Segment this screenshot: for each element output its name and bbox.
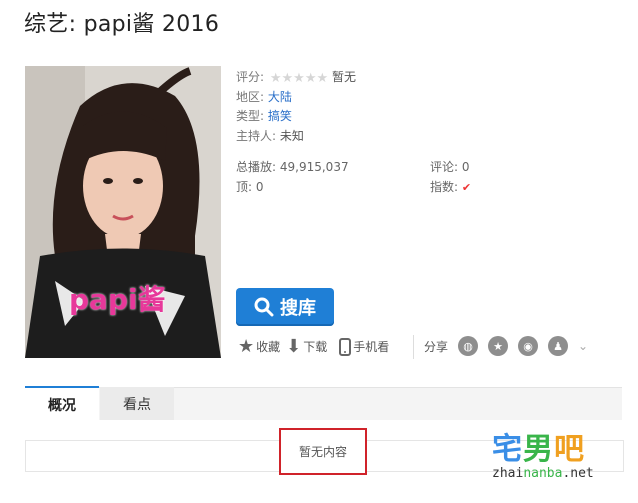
search-icon xyxy=(254,297,274,317)
comments-value: 0 xyxy=(461,160,470,174)
mobile-watch-button[interactable]: 手机看 xyxy=(339,337,390,356)
action-divider xyxy=(413,335,414,359)
watermark-logo: 宅男吧 xyxy=(492,432,585,467)
download-icon: ⬇ xyxy=(286,336,302,357)
chevron-down-icon[interactable]: ⌄ xyxy=(578,339,588,353)
wechat-icon[interactable]: ◍ xyxy=(458,336,479,356)
host-label: 主持人: xyxy=(236,129,277,143)
region-link[interactable]: 大陆 xyxy=(268,90,292,104)
comments-stat: 评论: 0 xyxy=(430,158,470,175)
watermark-url: zhainanba.net xyxy=(492,466,594,481)
genre-link[interactable]: 搞笑 xyxy=(268,109,292,123)
rating-value: 暂无 xyxy=(331,70,356,84)
comments-label: 评论: xyxy=(430,160,459,174)
favorite-label: 收藏 xyxy=(256,340,281,354)
site-watermark: 宅男吧 zhainanba.net xyxy=(492,424,612,481)
phone-icon xyxy=(339,337,352,356)
plays-value: 49,915,037 xyxy=(279,160,349,174)
plays-label: 总播放: xyxy=(236,160,277,174)
qq-icon[interactable]: ♟ xyxy=(548,336,569,356)
likes-value: 0 xyxy=(255,180,264,194)
plays-stat: 总播放: 49,915,037 xyxy=(236,158,349,175)
weibo-icon[interactable]: ◉ xyxy=(518,336,539,356)
favorite-button[interactable]: ★ 收藏 xyxy=(238,336,280,357)
region-label: 地区: xyxy=(236,90,265,104)
star-icon[interactable]: ★ xyxy=(488,336,509,356)
host-value: 未知 xyxy=(279,129,304,143)
rating-stars[interactable]: ★★★★★ xyxy=(270,71,328,86)
poster-overlay-text: papi酱 xyxy=(69,283,166,316)
region-row: 地区: 大陆 xyxy=(236,88,292,105)
genre-label: 类型: xyxy=(236,109,265,123)
v-index-icon[interactable]: ✔ xyxy=(462,181,471,194)
share-bar: 分享 ◍ ★ ◉ ♟ ⌄ xyxy=(424,336,588,356)
download-label: 下载 xyxy=(303,340,328,354)
empty-content-notice: 暂无内容 xyxy=(279,428,367,475)
tab-highlights[interactable]: 看点 xyxy=(100,387,174,420)
likes-label: 顶: xyxy=(236,180,253,194)
genre-row: 类型: 搞笑 xyxy=(236,107,292,124)
mobile-label: 手机看 xyxy=(353,340,390,354)
index-stat: 指数: ✔ xyxy=(430,178,471,195)
share-label: 分享 xyxy=(424,339,449,354)
star-icon: ★ xyxy=(238,336,255,357)
rating-label: 评分: xyxy=(236,70,265,84)
rating-row: 评分: ★★★★★ 暂无 xyxy=(236,68,356,86)
index-label: 指数: xyxy=(430,180,459,194)
page-title: 综艺: papi酱 2016 xyxy=(24,12,220,37)
search-button-label: 搜库 xyxy=(280,298,316,319)
host-row: 主持人: 未知 xyxy=(236,127,304,144)
download-button[interactable]: ⬇ 下载 xyxy=(286,336,327,357)
action-bar: ★ 收藏 ⬇ 下载 手机看 xyxy=(238,336,389,357)
likes-stat: 顶: 0 xyxy=(236,178,264,195)
tab-overview[interactable]: 概况 xyxy=(25,386,99,421)
search-library-button[interactable]: 搜库 xyxy=(236,288,334,326)
show-poster[interactable]: papi酱 xyxy=(25,66,221,358)
